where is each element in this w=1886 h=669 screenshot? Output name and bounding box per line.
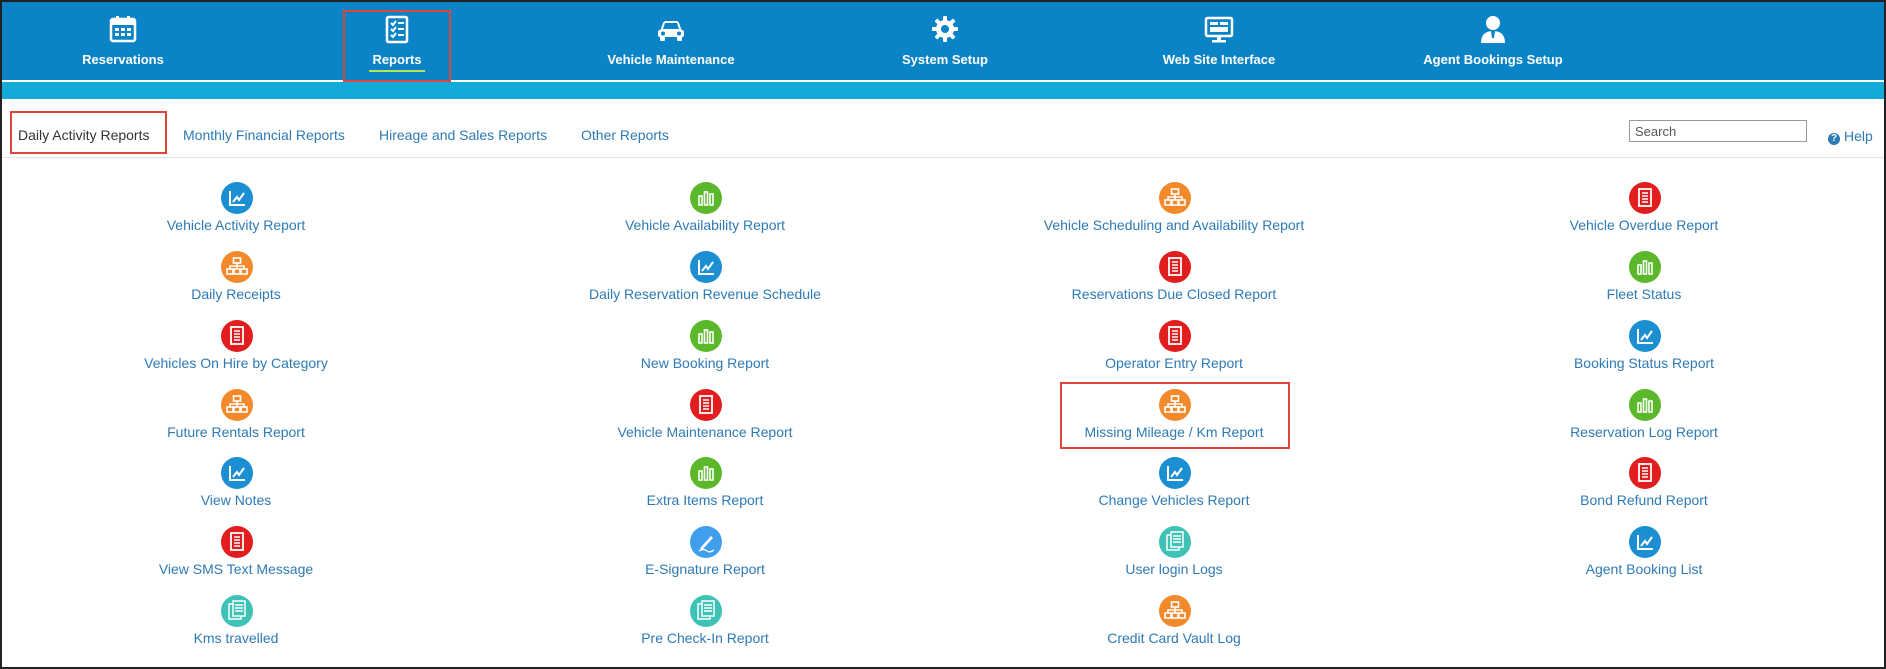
- report-label: Bond Refund Report: [1580, 492, 1708, 508]
- bar-chart-icon: [1629, 389, 1661, 421]
- report-label: Extra Items Report: [646, 492, 764, 508]
- nav-reservations[interactable]: Reservations: [23, 2, 223, 80]
- checklist-icon: [382, 14, 412, 44]
- tab-other-reports[interactable]: Other Reports: [581, 127, 669, 143]
- active-underline: [369, 70, 425, 72]
- sitemap-icon: [221, 251, 253, 283]
- report-label: Reservation Log Report: [1570, 424, 1718, 440]
- report-label: Vehicle Scheduling and Availability Repo…: [1043, 217, 1305, 233]
- help-link[interactable]: ? Help: [1828, 128, 1873, 145]
- chart-line-icon: [1629, 526, 1661, 558]
- report-label: View Notes: [200, 492, 272, 508]
- nav-system-setup[interactable]: System Setup: [845, 2, 1045, 80]
- tab-daily-activity-reports[interactable]: Daily Activity Reports: [18, 127, 149, 143]
- nav-label: Web Site Interface: [1162, 52, 1276, 67]
- search-input[interactable]: [1629, 120, 1807, 142]
- nav-label: Agent Bookings Setup: [1423, 52, 1563, 67]
- report-label: Vehicle Activity Report: [166, 217, 306, 233]
- document-icon: [1159, 320, 1191, 352]
- chart-line-icon: [221, 457, 253, 489]
- report-label: Vehicle Maintenance Report: [617, 424, 793, 440]
- report-label: Missing Mileage / Km Report: [1084, 424, 1264, 440]
- documents-icon: [221, 595, 253, 627]
- report-label: Vehicle Overdue Report: [1569, 217, 1719, 233]
- documents-icon: [690, 595, 722, 627]
- report-label: Kms travelled: [193, 630, 279, 646]
- bar-chart-icon: [690, 320, 722, 352]
- question-icon: ?: [1828, 133, 1840, 145]
- chart-line-icon: [1159, 457, 1191, 489]
- report-label: Change Vehicles Report: [1098, 492, 1250, 508]
- document-icon: [690, 389, 722, 421]
- report-tabs: Daily Activity Reports Monthly Financial…: [2, 99, 1884, 158]
- report-label: Credit Card Vault Log: [1107, 630, 1241, 646]
- sitemap-icon: [1159, 595, 1191, 627]
- top-navigation: Reservations Reports Vehicle Maintenance…: [2, 2, 1884, 80]
- gear-icon: [930, 14, 960, 44]
- sitemap-icon: [1159, 389, 1191, 421]
- report-label: Vehicle Availability Report: [624, 217, 786, 233]
- report-label: E-Signature Report: [645, 561, 765, 577]
- nav-label: Reports: [372, 52, 422, 67]
- sub-bar: [2, 82, 1884, 99]
- calendar-icon: [108, 14, 138, 44]
- monitor-icon: [1204, 14, 1234, 44]
- sitemap-icon: [1159, 182, 1191, 214]
- car-icon: [656, 14, 686, 44]
- report-label: User login Logs: [1125, 561, 1223, 577]
- report-label: Daily Reservation Revenue Schedule: [589, 286, 821, 302]
- report-label: Daily Receipts: [191, 286, 281, 302]
- nav-label: Vehicle Maintenance: [607, 52, 735, 67]
- report-label: Operator Entry Report: [1105, 355, 1243, 371]
- app-frame: Reservations Reports Vehicle Maintenance…: [0, 0, 1886, 669]
- document-icon: [1629, 457, 1661, 489]
- pen-icon: [690, 526, 722, 558]
- chart-line-icon: [221, 182, 253, 214]
- bar-chart-icon: [690, 457, 722, 489]
- nav-vehicle-maintenance[interactable]: Vehicle Maintenance: [571, 2, 771, 80]
- chart-line-icon: [690, 251, 722, 283]
- document-icon: [221, 526, 253, 558]
- report-label: Vehicles On Hire by Category: [144, 355, 328, 371]
- report-label: Reservations Due Closed Report: [1071, 286, 1277, 302]
- nav-label: System Setup: [902, 52, 988, 67]
- document-icon: [1629, 182, 1661, 214]
- sitemap-icon: [221, 389, 253, 421]
- chart-line-icon: [1629, 320, 1661, 352]
- nav-label: Reservations: [82, 52, 164, 67]
- nav-web-site-interface[interactable]: Web Site Interface: [1119, 2, 1319, 80]
- bar-chart-icon: [690, 182, 722, 214]
- report-label: Fleet Status: [1606, 286, 1682, 302]
- help-label: Help: [1844, 128, 1873, 144]
- report-label: New Booking Report: [640, 355, 770, 371]
- bar-chart-icon: [1629, 251, 1661, 283]
- tab-monthly-financial-reports[interactable]: Monthly Financial Reports: [183, 127, 345, 143]
- report-label: View SMS Text Message: [158, 561, 314, 577]
- user-icon: [1478, 14, 1508, 44]
- nav-agent-bookings-setup[interactable]: Agent Bookings Setup: [1393, 2, 1593, 80]
- report-label: Booking Status Report: [1573, 355, 1715, 371]
- tab-hireage-and-sales-reports[interactable]: Hireage and Sales Reports: [379, 127, 547, 143]
- document-icon: [1159, 251, 1191, 283]
- nav-reports[interactable]: Reports: [297, 2, 497, 80]
- document-icon: [221, 320, 253, 352]
- report-label: Future Rentals Report: [167, 424, 305, 440]
- documents-icon: [1159, 526, 1191, 558]
- report-label: Pre Check-In Report: [641, 630, 769, 646]
- report-label: Agent Booking List: [1585, 561, 1703, 577]
